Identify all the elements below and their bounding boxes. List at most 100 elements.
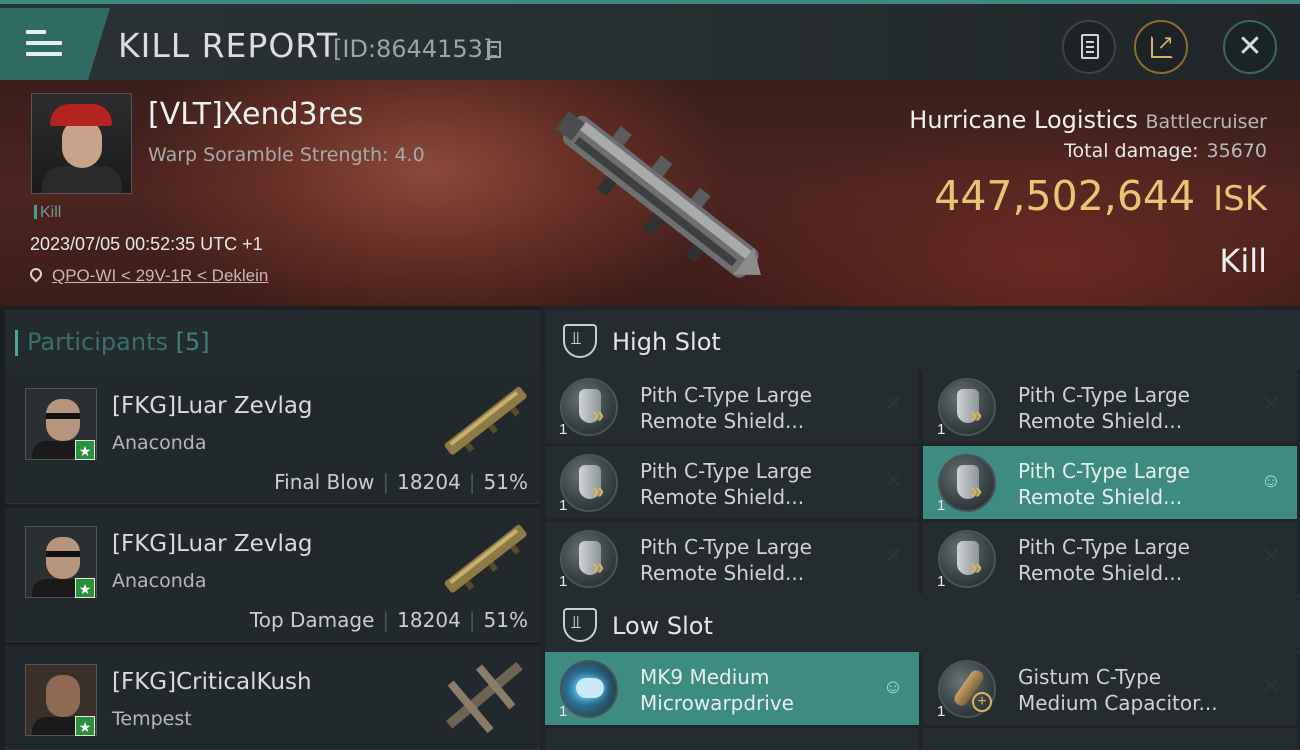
kill-result: Kill xyxy=(1219,242,1267,280)
total-damage-label: Total damage: xyxy=(1064,140,1199,162)
high-slot-header: High Slot xyxy=(545,310,1300,370)
module-name: Pith C-Type Large Remote Shield... xyxy=(640,382,880,434)
victim-name[interactable]: [VLT]Xend3res xyxy=(148,97,363,132)
shield-booster-icon: » xyxy=(938,530,996,588)
destroyed-icon: ✕ xyxy=(1260,391,1282,418)
victim-ship[interactable]: Hurricane Logistics Battlecruiser xyxy=(909,106,1267,134)
module-quantity: 1 xyxy=(559,573,568,590)
location-text: QPO-WI < 29V-1R < Deklein xyxy=(52,266,269,285)
person-icon: ☺ xyxy=(1260,470,1282,492)
shield-booster-icon: » xyxy=(560,378,618,436)
module-name-line1: MK9 Medium xyxy=(640,665,770,689)
isk-value: 447,502,644 ISK xyxy=(934,172,1267,220)
module-quantity: 1 xyxy=(937,703,946,720)
module-name-line2: Microwarpdrive xyxy=(640,691,794,715)
module-item-partial[interactable] xyxy=(545,728,919,750)
participant-ship: Anaconda xyxy=(112,570,207,592)
participant-name: [FKG]Luar Zevlag xyxy=(112,393,313,419)
participant-role: Top Damage xyxy=(249,608,375,632)
participants-count: [5] xyxy=(175,328,210,356)
module-item-dropped[interactable]: 1 MK9 Medium Microwarpdrive ☺ xyxy=(545,652,919,725)
module-name-line2: Remote Shield... xyxy=(640,561,805,585)
participant-percent: 51% xyxy=(483,470,528,494)
microwarpdrive-icon xyxy=(560,660,618,718)
corp-star-icon: ★ xyxy=(75,716,95,736)
report-id: [ID:8644153] xyxy=(333,35,493,63)
shield-booster-icon: » xyxy=(560,530,618,588)
module-name-line2: Remote Shield... xyxy=(640,409,805,433)
module-name: MK9 Medium Microwarpdrive xyxy=(640,664,880,716)
shield-booster-icon: » xyxy=(938,454,996,512)
module-quantity: 1 xyxy=(937,573,946,590)
kill-datetime: 2023/07/05 00:52:35 UTC +1 xyxy=(30,234,263,254)
participant-ship-image xyxy=(445,661,523,734)
participants-title: Participants [5] xyxy=(15,328,210,356)
destroyed-icon: ✕ xyxy=(1260,543,1282,570)
clipboard-icon xyxy=(1081,34,1099,59)
kill-tag: Kill xyxy=(34,204,61,222)
copy-icon[interactable] xyxy=(487,41,501,58)
module-name-line1: Pith C-Type Large xyxy=(640,535,812,559)
participant-name: [FKG]Luar Zevlag xyxy=(112,531,313,557)
participant-stats: Final Blow | 18204 | 51% xyxy=(274,470,528,494)
module-name-line1: Pith C-Type Large xyxy=(1018,459,1190,483)
participant-ship: Anaconda xyxy=(112,432,207,454)
participants-header: Participants [5] xyxy=(5,310,540,370)
page-title: KILL REPORT xyxy=(118,26,338,65)
module-name: Pith C-Type Large Remote Shield... xyxy=(1018,534,1258,586)
low-slot-title: Low Slot xyxy=(612,612,713,640)
module-name-line2: Remote Shield... xyxy=(1018,485,1183,509)
isk-unit: ISK xyxy=(1213,179,1267,219)
participant-row[interactable]: ★ [FKG]Luar Zevlag Anaconda Top Damage | 1… xyxy=(5,508,540,642)
participant-ship: Tempest xyxy=(112,708,192,730)
high-slot-icon xyxy=(563,324,597,358)
kill-location-link[interactable]: QPO-WI < 29V-1R < Deklein xyxy=(27,265,269,286)
module-name-line1: Pith C-Type Large xyxy=(640,383,812,407)
module-name: Pith C-Type Large Remote Shield... xyxy=(1018,458,1258,510)
low-slot-header: Low Slot xyxy=(545,594,1300,654)
total-damage: Total damage: 35670 xyxy=(1064,140,1267,162)
module-item[interactable]: » 1 Pith C-Type Large Remote Shield... ✕ xyxy=(545,522,919,595)
menu-button[interactable] xyxy=(0,8,110,80)
victim-panel: [VLT]Xend3res Warp Soramble Strength: 4.… xyxy=(0,80,1300,306)
ship-class: Battlecruiser xyxy=(1145,111,1267,133)
participant-row[interactable]: ★ [FKG]CriticalKush Tempest xyxy=(5,646,540,750)
victim-subtitle: Warp Soramble Strength: 4.0 xyxy=(148,144,425,166)
victim-ship-image[interactable] xyxy=(525,96,785,296)
close-icon: ✕ xyxy=(1237,30,1263,63)
module-name: Pith C-Type Large Remote Shield... xyxy=(640,534,880,586)
module-item[interactable]: » 1 Pith C-Type Large Remote Shield... ✕ xyxy=(923,370,1297,443)
participant-name: [FKG]CriticalKush xyxy=(112,669,312,695)
report-document-button[interactable] xyxy=(1062,20,1116,74)
close-button[interactable]: ✕ xyxy=(1223,20,1277,74)
low-slot-icon xyxy=(563,608,597,642)
module-item[interactable]: + 1 Gistum C-Type Medium Capacitor... ✕ xyxy=(923,652,1297,725)
module-name-line2: Remote Shield... xyxy=(1018,561,1183,585)
module-name: Pith C-Type Large Remote Shield... xyxy=(1018,382,1258,434)
corp-star-icon: ★ xyxy=(75,578,95,598)
module-item[interactable]: » 1 Pith C-Type Large Remote Shield... ✕ xyxy=(545,370,919,443)
participants-title-text: Participants xyxy=(27,328,168,356)
shield-booster-icon: » xyxy=(938,378,996,436)
module-name-line2: Remote Shield... xyxy=(1018,409,1183,433)
destroyed-icon: ✕ xyxy=(882,391,904,418)
header-bar: KILL REPORT [ID:8644153] ✕ xyxy=(0,0,1300,80)
share-button[interactable] xyxy=(1134,20,1188,74)
module-quantity: 1 xyxy=(937,421,946,438)
capacitor-icon: + xyxy=(938,660,996,718)
module-item[interactable]: » 1 Pith C-Type Large Remote Shield... ✕ xyxy=(923,522,1297,595)
module-name-line1: Pith C-Type Large xyxy=(1018,535,1190,559)
module-name-line1: Pith C-Type Large xyxy=(640,459,812,483)
module-item-partial[interactable] xyxy=(923,728,1297,750)
module-quantity: 1 xyxy=(937,497,946,514)
corp-star-icon: ★ xyxy=(75,440,95,460)
shield-booster-icon: » xyxy=(560,454,618,512)
participant-row[interactable]: ★ [FKG]Luar Zevlag Anaconda Final Blow | 1… xyxy=(5,370,540,504)
fitting-panel: High Slot » 1 Pith C-Type LargeRemote Sh… xyxy=(540,306,1300,750)
module-item[interactable]: » 1 Pith C-Type Large Remote Shield... ✕ xyxy=(545,446,919,519)
participant-role: Final Blow xyxy=(274,470,375,494)
module-item-dropped[interactable]: » 1 Pith C-Type Large Remote Shield... ☺ xyxy=(923,446,1297,519)
victim-avatar[interactable] xyxy=(31,93,132,194)
share-icon xyxy=(1151,30,1174,58)
module-quantity: 1 xyxy=(559,421,568,438)
